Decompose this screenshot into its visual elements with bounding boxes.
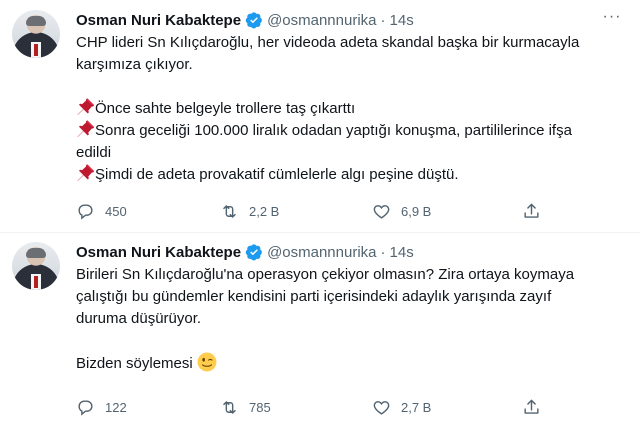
pinned-line-text: Şimdi de adeta provakatif cümlelerle alg… xyxy=(95,166,459,183)
tweet-text: CHP lideri Sn Kılıçdaroğlu, her videoda … xyxy=(76,32,626,186)
share-button[interactable] xyxy=(522,201,541,221)
like-count: 6,9 B xyxy=(401,203,432,219)
verified-badge-icon xyxy=(245,244,262,261)
verified-badge-icon xyxy=(245,12,262,29)
author-handle[interactable]: @osmannnurika xyxy=(267,244,376,261)
pushpin-icon xyxy=(77,98,94,115)
share-icon xyxy=(524,399,539,414)
tweet-text: Birileri Sn Kılıçdaroğlu'na operasyon çe… xyxy=(76,264,626,375)
timestamp[interactable]: 14s xyxy=(390,244,414,261)
retweet-icon xyxy=(223,204,236,218)
timestamp[interactable]: 14s xyxy=(390,12,414,29)
retweet-button[interactable]: 785 xyxy=(220,397,271,417)
tweet-text-line: CHP lideri Sn Kılıçdaroğlu, her videoda … xyxy=(76,34,580,51)
avatar-hair xyxy=(26,16,46,26)
tweet-actions: 450 2,2 B 6,9 B xyxy=(76,201,556,221)
tweet-text-line: edildi xyxy=(76,144,112,161)
more-options-button[interactable]: ··· xyxy=(598,9,626,30)
tweet-text-line: Sonra geceliği 100.000 liralık odadan ya… xyxy=(76,120,626,142)
tweet-header: Osman Nuri Kabaktepe @osmannnurika · 14s xyxy=(76,242,414,262)
tweet-text-line: karşımıza çıkıyor. xyxy=(76,56,193,73)
closing-line-text: Bizden söylemesi xyxy=(76,355,193,372)
like-count: 2,7 B xyxy=(401,399,432,415)
avatar-tie xyxy=(34,276,38,288)
pushpin-icon xyxy=(77,120,94,137)
tweet-text-line: Önce sahte belgeyle trollere taş çıkartt… xyxy=(76,98,626,120)
reply-icon xyxy=(78,203,93,220)
share-button[interactable] xyxy=(522,397,541,417)
like-button[interactable]: 2,7 B xyxy=(372,397,431,417)
separator-dot: · xyxy=(380,243,386,261)
retweet-button[interactable]: 2,2 B xyxy=(220,201,279,221)
avatar[interactable] xyxy=(12,242,60,290)
pinned-line-text: Önce sahte belgeyle trollere taş çıkartt… xyxy=(95,100,356,117)
author-handle[interactable]: @osmannnurika xyxy=(267,12,376,29)
pushpin-icon xyxy=(77,164,94,181)
reply-count: 450 xyxy=(105,203,127,219)
retweet-count: 785 xyxy=(249,399,271,415)
retweet-icon xyxy=(223,400,236,414)
avatar-tie xyxy=(34,44,38,56)
tweet-header: Osman Nuri Kabaktepe @osmannnurika · 14s xyxy=(76,10,414,30)
tweet-text-line: Şimdi de adeta provakatif cümlelerle alg… xyxy=(76,164,626,186)
tweet[interactable]: Osman Nuri Kabaktepe @osmannnurika · 14s… xyxy=(0,0,640,232)
tweet-text-line: çalıştığı bu gündemler kendisini parti i… xyxy=(76,288,552,305)
tweet[interactable]: Osman Nuri Kabaktepe @osmannnurika · 14s… xyxy=(0,232,640,424)
pinned-line-text: Sonra geceliği 100.000 liralık odadan ya… xyxy=(95,122,572,139)
reply-button[interactable]: 122 xyxy=(76,397,127,417)
retweet-count: 2,2 B xyxy=(249,203,280,219)
author-name[interactable]: Osman Nuri Kabaktepe xyxy=(76,244,241,261)
author-name[interactable]: Osman Nuri Kabaktepe xyxy=(76,12,241,29)
like-icon xyxy=(373,204,390,219)
reply-count: 122 xyxy=(105,399,127,415)
reply-button[interactable]: 450 xyxy=(76,201,127,221)
like-icon xyxy=(373,400,390,415)
like-button[interactable]: 6,9 B xyxy=(372,201,431,221)
winking-face-icon xyxy=(197,352,217,372)
tweet-actions: 122 785 2,7 B xyxy=(76,397,556,417)
reply-icon xyxy=(78,399,93,416)
separator-dot: · xyxy=(380,11,386,29)
tweet-text-line: Bizden söylemesi xyxy=(76,352,626,375)
avatar[interactable] xyxy=(12,10,60,58)
share-icon xyxy=(524,203,539,218)
tweet-text-line: duruma düşürüyor. xyxy=(76,310,202,327)
tweet-text-line: Birileri Sn Kılıçdaroğlu'na operasyon çe… xyxy=(76,266,575,283)
avatar-hair xyxy=(26,248,46,258)
